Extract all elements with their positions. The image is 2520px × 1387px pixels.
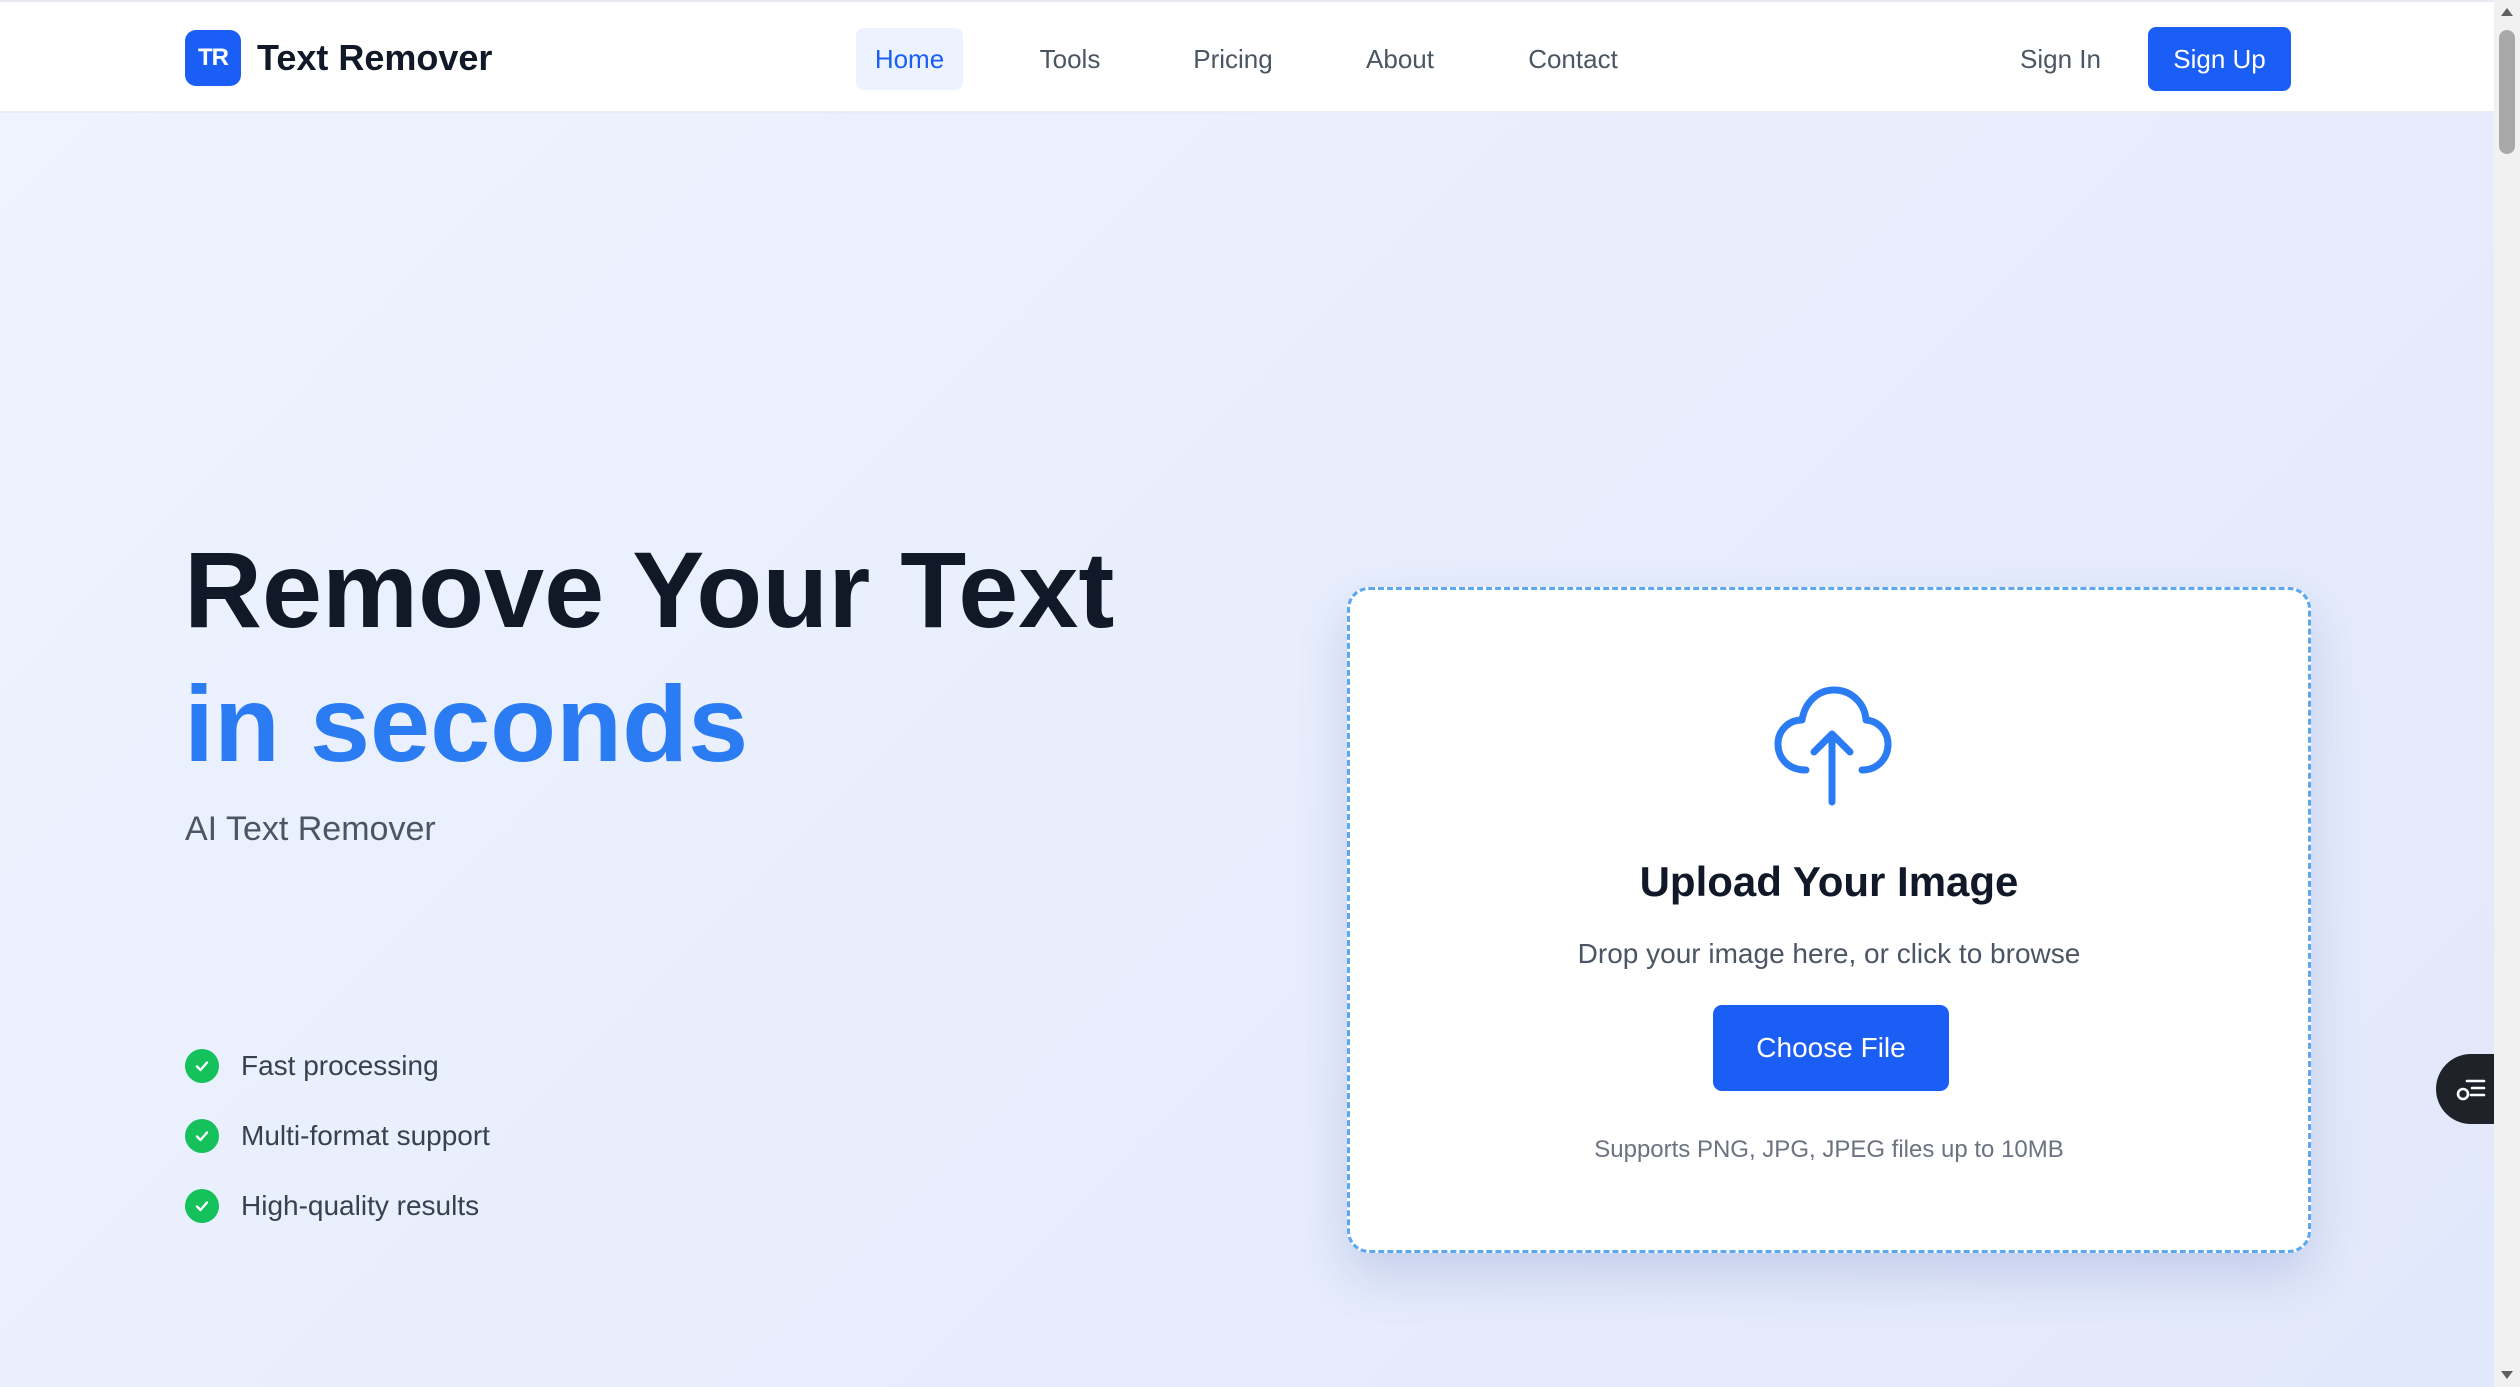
feature-item: High-quality results (185, 1171, 490, 1241)
feature-label: High-quality results (241, 1190, 480, 1221)
check-circle-icon (185, 1189, 219, 1223)
nav-pricing[interactable]: Pricing (1187, 28, 1279, 90)
logo-badge: TR (185, 30, 241, 86)
hero-section: Remove Your Text in seconds AI Text Remo… (0, 113, 2506, 1387)
feature-item: Fast processing (185, 1031, 490, 1101)
sign-in-link[interactable]: Sign In (2020, 28, 2101, 90)
top-navbar: TR Text Remover Home Tools Pricing About… (0, 0, 2494, 113)
nav-contact[interactable]: Contact (1524, 28, 1622, 90)
nav-about[interactable]: About (1356, 28, 1444, 90)
feature-list: Fast processing Multi-format support Hig… (185, 1031, 490, 1241)
sign-up-button[interactable]: Sign Up (2148, 27, 2291, 91)
page-scrollbar[interactable] (2494, 0, 2520, 1387)
headline-line-2: in seconds (184, 663, 749, 784)
upload-dropzone[interactable]: Upload Your Image Drop your image here, … (1347, 587, 2311, 1253)
list-settings-icon (2456, 1079, 2486, 1101)
choose-file-button[interactable]: Choose File (1713, 1005, 1949, 1091)
check-circle-icon (185, 1049, 219, 1083)
headline-line-1: Remove Your Text (184, 529, 1115, 650)
hero-subheadline: AI Text Remover (185, 810, 436, 848)
upload-title: Upload Your Image (1639, 858, 2019, 905)
upload-file-note: Supports PNG, JPG, JPEG files up to 10MB (1594, 1136, 2064, 1163)
hero-headline: Remove Your Text in seconds (184, 523, 1114, 791)
logo[interactable]: TR Text Remover (185, 30, 492, 86)
scroll-down-arrow-icon[interactable] (2494, 1363, 2520, 1387)
cloud-upload-icon (1774, 686, 1892, 806)
check-circle-icon (185, 1119, 219, 1153)
nav-tools[interactable]: Tools (1026, 28, 1114, 90)
nav-home[interactable]: Home (856, 28, 963, 90)
feature-label: Multi-format support (241, 1120, 490, 1151)
scroll-up-arrow-icon[interactable] (2494, 0, 2520, 24)
feature-label: Fast processing (241, 1050, 439, 1081)
scrollbar-thumb[interactable] (2499, 30, 2515, 154)
upload-description: Drop your image here, or click to browse (1577, 938, 2081, 969)
feature-item: Multi-format support (185, 1101, 490, 1171)
logo-text: Text Remover (257, 37, 493, 78)
